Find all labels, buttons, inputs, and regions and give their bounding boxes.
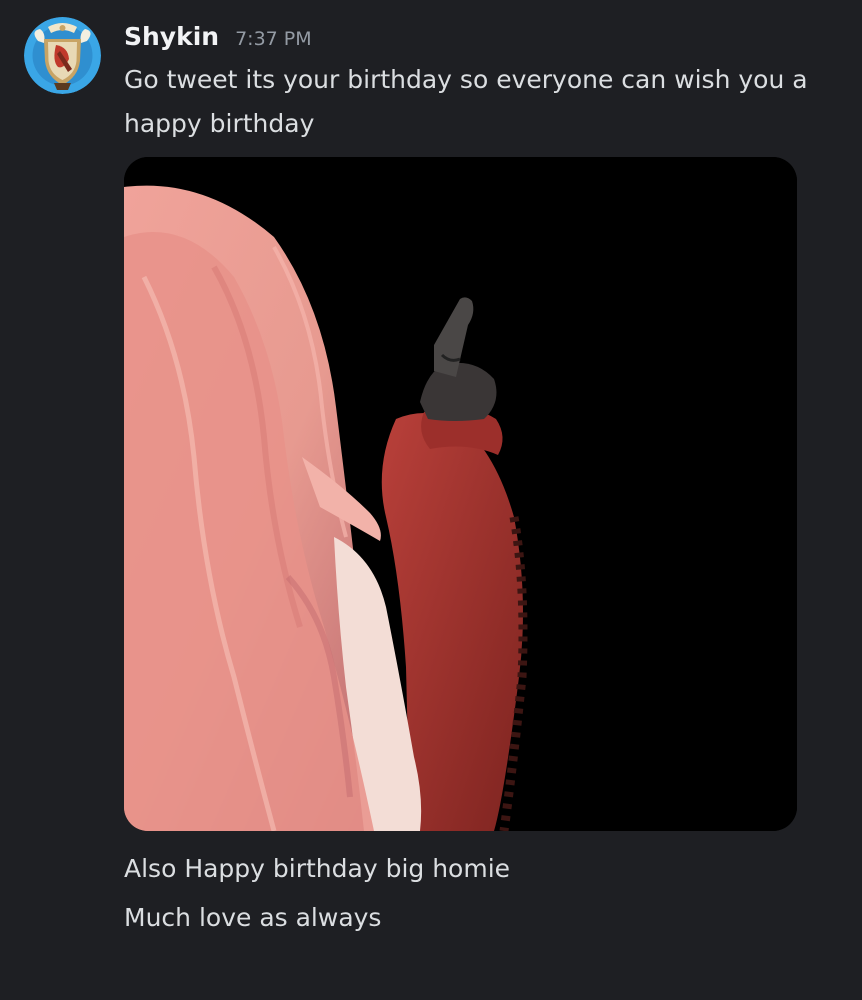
anime-girl-holding-gun-image [124,157,797,831]
image-attachment[interactable] [124,157,797,831]
heraldic-crest-avatar-icon [24,17,101,94]
chat-message: Shykin 7:37 PM Go tweet its your birthda… [0,0,862,1000]
username[interactable]: Shykin [124,22,219,51]
message-text: Go tweet its your birthday so everyone c… [124,65,808,138]
message-text: Much love as always [124,903,382,932]
user-avatar[interactable] [24,17,101,94]
message-header: Shykin 7:37 PM [124,22,312,58]
message-text: Also Happy birthday big homie [124,854,511,883]
timestamp[interactable]: 7:37 PM [235,28,312,50]
